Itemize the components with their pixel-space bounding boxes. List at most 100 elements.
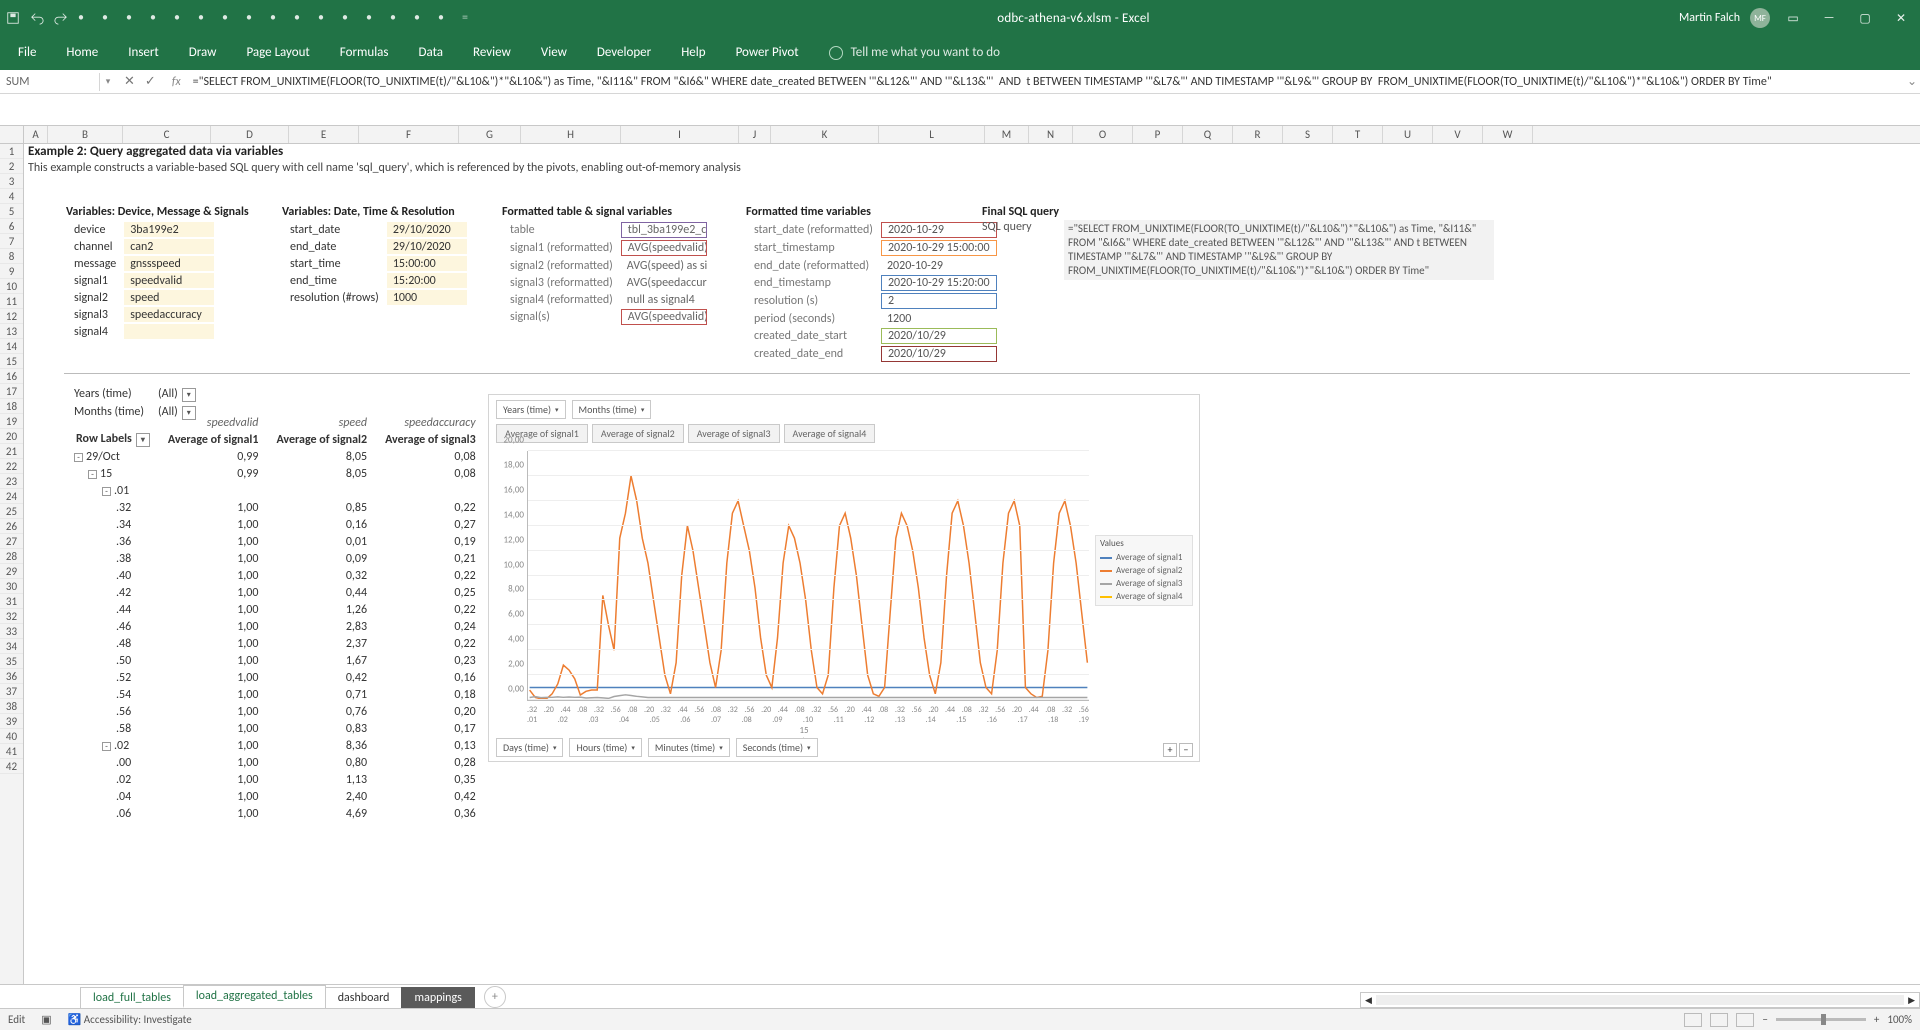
row-header-41[interactable]: 41: [0, 744, 23, 759]
row-header-25[interactable]: 25: [0, 504, 23, 519]
pivot-row-label[interactable]: .06: [68, 806, 158, 821]
col-header-T[interactable]: T: [1333, 126, 1383, 143]
qat-icon[interactable]: •: [342, 11, 356, 25]
dropdown-icon[interactable]: ▾: [136, 433, 150, 447]
pivot-chart[interactable]: Years (time) ▾Months (time) ▾ Average of…: [488, 394, 1200, 762]
ribbon-tab-help[interactable]: Help: [667, 37, 719, 70]
ribbon-display-icon[interactable]: ▭: [1780, 5, 1806, 31]
pivot-filter-value[interactable]: (All)▾: [152, 386, 222, 402]
row-header-19[interactable]: 19: [0, 414, 23, 429]
page-break-view-icon[interactable]: [1736, 1013, 1754, 1027]
maximize-icon[interactable]: ▢: [1852, 5, 1878, 31]
pivot-value-header[interactable]: Average of signal2: [268, 432, 375, 447]
pivot-row-label[interactable]: .00: [68, 755, 158, 770]
pivot-value-header[interactable]: Average of signal3: [377, 432, 484, 447]
expand-collapse-icon[interactable]: -: [74, 453, 83, 462]
qat-icon[interactable]: •: [222, 11, 236, 25]
col-header-Q[interactable]: Q: [1183, 126, 1233, 143]
col-header-A[interactable]: A: [24, 126, 48, 143]
row-header-22[interactable]: 22: [0, 459, 23, 474]
scroll-left-icon[interactable]: ◀: [1361, 995, 1376, 1006]
chart-value-tabs[interactable]: Average of signal1Average of signal2Aver…: [489, 424, 1199, 447]
scroll-right-icon[interactable]: ▶: [1904, 995, 1919, 1006]
row-header-9[interactable]: 9: [0, 264, 23, 279]
fx-icon[interactable]: fx: [164, 75, 189, 89]
row-header-29[interactable]: 29: [0, 564, 23, 579]
col-header-C[interactable]: C: [123, 126, 211, 143]
var-value[interactable]: can2: [124, 239, 214, 254]
row-header-12[interactable]: 12: [0, 309, 23, 324]
tellme-text[interactable]: Tell me what you want to do: [851, 45, 1000, 60]
row-header-26[interactable]: 26: [0, 519, 23, 534]
ribbon-tab-draw[interactable]: Draw: [175, 37, 231, 70]
row-header-17[interactable]: 17: [0, 384, 23, 399]
pivot-row-label[interactable]: .40: [68, 568, 158, 583]
namebox-dropdown-icon[interactable]: ▾: [100, 76, 116, 87]
row-header-40[interactable]: 40: [0, 729, 23, 744]
var-value[interactable]: speedvalid: [124, 273, 214, 288]
col-header-S[interactable]: S: [1283, 126, 1333, 143]
row-header-39[interactable]: 39: [0, 714, 23, 729]
row-header-32[interactable]: 32: [0, 609, 23, 624]
minimize-icon[interactable]: —: [1816, 5, 1842, 31]
ribbon-tab-view[interactable]: View: [527, 37, 581, 70]
qat-icon[interactable]: •: [294, 11, 308, 25]
var-value[interactable]: 15:20:00: [387, 273, 467, 288]
col-header-P[interactable]: P: [1133, 126, 1183, 143]
pivot-row-label[interactable]: .44: [68, 602, 158, 617]
row-header-13[interactable]: 13: [0, 324, 23, 339]
col-header-N[interactable]: N: [1029, 126, 1073, 143]
var-value[interactable]: 3ba199e2: [124, 222, 214, 237]
ribbon-tab-insert[interactable]: Insert: [114, 37, 173, 70]
ribbon-tab-developer[interactable]: Developer: [583, 37, 665, 70]
row-header-33[interactable]: 33: [0, 624, 23, 639]
row-header-11[interactable]: 11: [0, 294, 23, 309]
pivot-row-label[interactable]: .02: [68, 772, 158, 787]
select-all-cell[interactable]: [0, 126, 24, 143]
row-header-37[interactable]: 37: [0, 684, 23, 699]
qat-icon[interactable]: •: [150, 11, 164, 25]
qat-icon[interactable]: •: [102, 11, 116, 25]
row-header-4[interactable]: 4: [0, 189, 23, 204]
pivot-row-label[interactable]: .32: [68, 500, 158, 515]
qat-icon[interactable]: •: [270, 11, 284, 25]
row-header-28[interactable]: 28: [0, 549, 23, 564]
pivot-row-label[interactable]: -.01: [68, 483, 158, 498]
expand-collapse-icon[interactable]: -: [102, 742, 111, 751]
var-value[interactable]: 1000: [387, 290, 467, 305]
accept-formula-icon[interactable]: ✓: [145, 74, 156, 89]
user-avatar[interactable]: MF: [1750, 8, 1770, 28]
pivot-row-label[interactable]: -.02: [68, 738, 158, 753]
qat-icon[interactable]: •: [366, 11, 380, 25]
row-header-6[interactable]: 6: [0, 219, 23, 234]
chart-filter-chip[interactable]: Minutes (time) ▾: [648, 738, 730, 757]
save-icon[interactable]: [6, 11, 20, 25]
chart-filter-chip[interactable]: Days (time) ▾: [496, 738, 563, 757]
chart-series-tab[interactable]: Average of signal2: [592, 424, 684, 443]
chart-series-tab[interactable]: Average of signal4: [784, 424, 876, 443]
ribbon-tab-formulas[interactable]: Formulas: [326, 37, 403, 70]
name-box[interactable]: SUM: [0, 73, 100, 91]
col-header-E[interactable]: E: [289, 126, 359, 143]
expand-collapse-icon[interactable]: -: [102, 487, 111, 496]
row-header-27[interactable]: 27: [0, 534, 23, 549]
pivot-row-label[interactable]: .36: [68, 534, 158, 549]
pivot-row-label[interactable]: .42: [68, 585, 158, 600]
ribbon-tab-home[interactable]: Home: [52, 37, 112, 70]
var-value[interactable]: speedaccuracy: [124, 307, 214, 322]
expand-formula-icon[interactable]: ⌄: [1904, 74, 1920, 89]
var-value[interactable]: speed: [124, 290, 214, 305]
row-header-1[interactable]: 1: [0, 144, 23, 159]
var-value[interactable]: 29/10/2020: [387, 239, 467, 254]
col-header-F[interactable]: F: [359, 126, 459, 143]
var-value[interactable]: 29/10/2020: [387, 222, 467, 237]
col-header-B[interactable]: B: [48, 126, 123, 143]
close-icon[interactable]: ✕: [1888, 5, 1914, 31]
qat-icon[interactable]: •: [246, 11, 260, 25]
pivot-row-label[interactable]: -15: [68, 466, 158, 481]
row-header-42[interactable]: 42: [0, 759, 23, 774]
user-name[interactable]: Martin Falch: [1679, 11, 1740, 25]
row-header-14[interactable]: 14: [0, 339, 23, 354]
row-header-3[interactable]: 3: [0, 174, 23, 189]
row-header-5[interactable]: 5: [0, 204, 23, 219]
